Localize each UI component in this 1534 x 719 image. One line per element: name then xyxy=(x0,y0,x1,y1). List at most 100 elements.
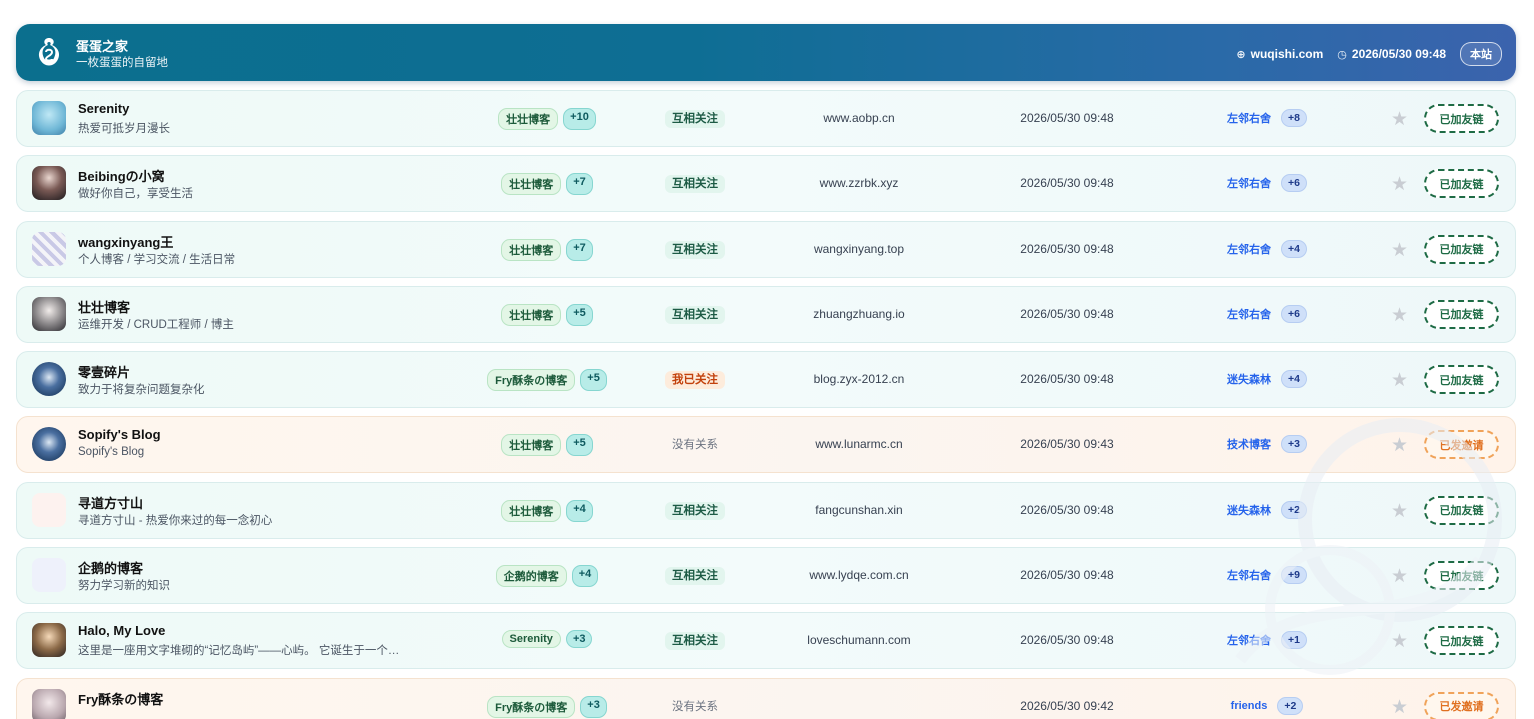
star-icon[interactable]: ★ xyxy=(1391,173,1408,196)
star-icon[interactable]: ★ xyxy=(1391,369,1408,392)
friend-link-status-button[interactable]: 已加友链 xyxy=(1424,234,1499,264)
friend-name[interactable]: wangxinyang王 xyxy=(78,232,173,251)
category-count-badge[interactable]: +6 xyxy=(1281,304,1307,323)
friend-domain[interactable]: blog.zyx-2012.cn xyxy=(759,372,959,386)
star-icon[interactable]: ★ xyxy=(1391,434,1408,457)
category-name[interactable]: 左邻右舍 xyxy=(1227,241,1271,257)
header-datetime: ◷ 2026/05/30 09:48 xyxy=(1337,47,1446,61)
header-domain[interactable]: ⊕ wuqishi.com xyxy=(1236,47,1323,61)
friend-domain[interactable]: fangcunshan.xin xyxy=(759,503,959,517)
friend-name[interactable]: 寻道方寸山 xyxy=(78,493,143,512)
relation-cell: 互相关注 xyxy=(635,175,755,194)
source-count-badge[interactable]: +3 xyxy=(580,695,607,718)
relation-status: 互相关注 xyxy=(665,305,725,324)
friend-name[interactable]: Sopify's Blog xyxy=(78,427,161,442)
source-count-badge[interactable]: +5 xyxy=(566,434,593,457)
updated-time: 2026/05/30 09:48 xyxy=(1020,241,1114,256)
category-count-badge[interactable]: +6 xyxy=(1281,174,1307,193)
category-name[interactable]: 左邻右舍 xyxy=(1227,110,1271,126)
category-name[interactable]: 左邻右舍 xyxy=(1227,175,1271,191)
star-icon[interactable]: ★ xyxy=(1391,630,1408,653)
friend-row[interactable]: 企鹅的博客 努力学习新的知识 企鹅的博客 +4 互相关注 www.lydqe.com.cn… xyxy=(16,547,1516,605)
category-count-badge[interactable]: +1 xyxy=(1281,631,1307,650)
friend-description: Sopify's Blog xyxy=(78,446,145,459)
source-badge[interactable]: 壮壮博客 xyxy=(501,499,562,522)
source-badge[interactable]: Fry酥条の博客 xyxy=(487,695,576,718)
friend-row[interactable]: Fry酥条の博客 Fry酥条の博客 +3 没有关系 2026/05/30 09:42 fr… xyxy=(16,677,1516,719)
category-name[interactable]: 左邻右舍 xyxy=(1227,632,1271,648)
category-count-badge[interactable]: +9 xyxy=(1281,566,1307,585)
category-name[interactable]: 技术博客 xyxy=(1227,436,1271,452)
friend-link-status-button[interactable]: 已加友链 xyxy=(1424,626,1499,656)
friend-row[interactable]: 寻道方寸山 寻道方寸山 - 热爱你来过的每一念初心 壮壮博客 +4 互相关注 fangcu… xyxy=(16,481,1516,539)
category-name[interactable]: friends xyxy=(1231,700,1268,712)
source-count-badge[interactable]: +7 xyxy=(566,238,593,261)
friend-domain[interactable]: wangxinyang.top xyxy=(759,242,959,256)
star-icon[interactable]: ★ xyxy=(1391,696,1408,719)
source-badge[interactable]: 壮壮博客 xyxy=(498,108,559,130)
friend-row[interactable]: Serenity 热爱可抵岁月漫长 壮壮博客 +10 互相关注 www.aobp.cn 20… xyxy=(16,90,1516,147)
friend-domain[interactable]: www.zzrbk.xyz xyxy=(759,176,959,190)
relation-cell: 互相关注 xyxy=(635,501,755,520)
category-count-badge[interactable]: +8 xyxy=(1281,109,1307,127)
friend-description: 运维开发 / CRUD工程师 / 博主 xyxy=(78,318,234,331)
friend-domain[interactable]: www.aobp.cn xyxy=(759,111,959,125)
friend-name[interactable]: Beibingの小窝 xyxy=(78,166,165,185)
friend-name[interactable]: 壮壮博客 xyxy=(78,297,130,316)
friend-domain[interactable]: www.lydqe.com.cn xyxy=(759,568,959,582)
friend-link-status-button[interactable]: 已发邀请 xyxy=(1424,430,1499,460)
source-badge[interactable]: 壮壮博客 xyxy=(501,303,562,326)
friend-link-status-button[interactable]: 已加友链 xyxy=(1424,169,1499,199)
star-icon[interactable]: ★ xyxy=(1391,239,1408,262)
friend-link-status-button[interactable]: 已加友链 xyxy=(1424,104,1499,133)
star-icon[interactable]: ★ xyxy=(1391,304,1408,327)
source-count-badge[interactable]: +4 xyxy=(566,499,593,522)
friend-link-status-button[interactable]: 已加友链 xyxy=(1424,365,1499,395)
source-badge[interactable]: Fry酥条の博客 xyxy=(487,369,576,392)
category-name[interactable]: 迷失森林 xyxy=(1227,502,1271,518)
source-count-badge[interactable]: +10 xyxy=(563,108,596,130)
source-badge[interactable]: 壮壮博客 xyxy=(501,238,562,261)
friend-name[interactable]: Serenity xyxy=(78,101,129,116)
category-count-badge[interactable]: +2 xyxy=(1277,696,1304,715)
site-button[interactable]: 本站 xyxy=(1460,42,1502,66)
friend-row[interactable]: Sopify's Blog Sopify's Blog 壮壮博客 +5 没有关系 www.… xyxy=(16,416,1516,474)
category-name[interactable]: 迷失森林 xyxy=(1227,371,1271,387)
source-count-badge[interactable]: +7 xyxy=(566,173,593,196)
source-count-badge[interactable]: +5 xyxy=(580,369,607,392)
source-badge[interactable]: Serenity xyxy=(501,630,561,649)
source-badge[interactable]: 壮壮博客 xyxy=(501,434,562,457)
star-icon[interactable]: ★ xyxy=(1391,565,1408,588)
friend-row[interactable]: Halo, My Love 这里是一座用文字堆砌的“记忆岛屿”——心屿。 它诞生于… xyxy=(16,612,1516,670)
source-badge[interactable]: 企鹅的博客 xyxy=(495,565,567,588)
friend-link-status-button[interactable]: 已发邀请 xyxy=(1424,691,1499,719)
friend-row[interactable]: Beibingの小窝 做好你自己，享受生活 壮壮博客 +7 互相关注 www.zzrbk.… xyxy=(16,155,1516,213)
friend-domain[interactable]: loveschumann.com xyxy=(759,633,959,647)
friend-name[interactable]: Halo, My Love xyxy=(78,623,165,638)
friend-name[interactable]: Fry酥条の博客 xyxy=(78,689,163,708)
star-icon[interactable]: ★ xyxy=(1391,500,1408,523)
source-count-badge[interactable]: +4 xyxy=(571,565,599,588)
avatar xyxy=(32,101,66,135)
friend-link-status-button[interactable]: 已加友链 xyxy=(1424,561,1499,591)
category-name[interactable]: 左邻右舍 xyxy=(1227,306,1271,322)
star-icon[interactable]: ★ xyxy=(1391,108,1408,131)
friend-link-status-button[interactable]: 已加友链 xyxy=(1424,495,1499,525)
friend-name[interactable]: 零壹碎片 xyxy=(78,362,130,381)
category-count-badge[interactable]: +4 xyxy=(1281,370,1307,389)
friend-description: 致力于将复杂问题复杂化 xyxy=(78,384,205,397)
category-count-badge[interactable]: +2 xyxy=(1281,500,1307,519)
friend-link-status-button[interactable]: 已加友链 xyxy=(1424,299,1499,329)
source-badge[interactable]: 壮壮博客 xyxy=(501,173,562,196)
friend-domain[interactable]: www.lunarmc.cn xyxy=(759,437,959,451)
friend-row[interactable]: wangxinyang王 个人博客 / 学习交流 / 生活日常 壮壮博客 +7 互相关注… xyxy=(16,220,1516,278)
category-count-badge[interactable]: +3 xyxy=(1281,435,1307,454)
friend-row[interactable]: 壮壮博客 运维开发 / CRUD工程师 / 博主 壮壮博客 +5 互相关注 zhuangz… xyxy=(16,285,1516,343)
friend-name[interactable]: 企鹅的博客 xyxy=(78,558,143,577)
friend-row[interactable]: 零壹碎片 致力于将复杂问题复杂化 Fry酥条の博客 +5 我已关注 blog.zyx-20… xyxy=(16,351,1516,409)
source-count-badge[interactable]: +3 xyxy=(565,630,593,649)
category-count-badge[interactable]: +4 xyxy=(1281,239,1307,258)
category-name[interactable]: 左邻右舍 xyxy=(1227,567,1271,583)
source-count-badge[interactable]: +5 xyxy=(566,303,593,326)
friend-domain[interactable]: zhuangzhuang.io xyxy=(759,307,959,321)
